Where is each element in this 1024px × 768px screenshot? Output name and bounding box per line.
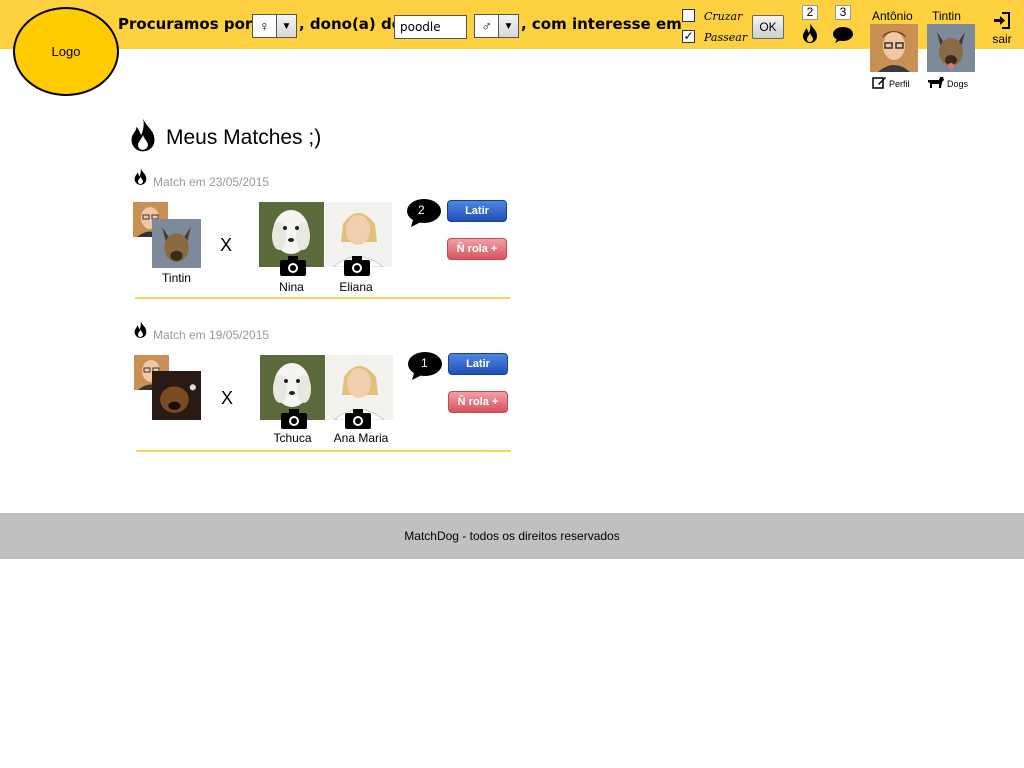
page-title: Meus Matches ;)	[166, 126, 322, 149]
my-dog-name: Tintin	[162, 271, 191, 285]
match-date: Match em 23/05/2015	[153, 175, 270, 189]
latir-button[interactable]: Latir	[448, 353, 508, 375]
footer-text: MatchDog - todos os direitos reservados	[404, 529, 620, 543]
edit-icon	[872, 77, 886, 89]
chat-bubble-icon[interactable]	[832, 26, 854, 44]
their-owner-name: Eliana	[339, 280, 373, 294]
latir-button[interactable]: Latir	[447, 200, 507, 222]
pet-gender-select[interactable]: ♀ ▼	[252, 14, 297, 38]
checkbox-passear-label: Passear	[704, 31, 748, 44]
my-dog-photo[interactable]	[152, 371, 201, 420]
breed-input[interactable]: poodle	[394, 15, 467, 39]
dogs-link[interactable]: Dogs	[927, 75, 968, 89]
camera-icon[interactable]	[279, 255, 307, 277]
fire-icon	[131, 118, 155, 152]
nrola-button[interactable]: Ñ rola +	[448, 391, 508, 413]
checkbox-cruzar-label: Cruzar	[704, 10, 743, 23]
owner-gender-value: ♂	[481, 18, 492, 34]
logo[interactable]: Logo	[13, 7, 119, 96]
search-suffix-label: , com interesse em	[521, 15, 682, 33]
message-count: 1	[421, 356, 428, 370]
ok-button[interactable]: OK	[752, 15, 784, 39]
user-avatar[interactable]	[870, 24, 918, 72]
their-dog-name: Nina	[279, 280, 304, 294]
camera-icon[interactable]	[344, 408, 372, 430]
camera-icon[interactable]	[343, 255, 371, 277]
nrola-button[interactable]: Ñ rola +	[447, 238, 507, 260]
owner-gender-select[interactable]: ♂ ▼	[474, 14, 519, 38]
divider	[136, 450, 511, 452]
dog-avatar-image	[927, 24, 975, 72]
my-dog-photo[interactable]	[152, 219, 201, 268]
logout-label: sair	[992, 32, 1012, 46]
checkbox-cruzar[interactable]	[682, 9, 695, 22]
logo-text: Logo	[51, 44, 81, 59]
chevron-down-icon: ▼	[275, 15, 296, 37]
versus-mark: X	[221, 388, 234, 408]
dogs-link-label: Dogs	[947, 79, 969, 89]
divider	[135, 297, 510, 299]
dog-icon	[928, 77, 944, 88]
message-count-bubble[interactable]: 1	[406, 351, 443, 380]
fire-icon[interactable]	[801, 22, 819, 44]
dog-avatar[interactable]	[927, 24, 975, 72]
user-name: Antônio	[872, 9, 913, 23]
profile-link-label: Perfil	[889, 79, 910, 89]
their-owner-name: Ana Maria	[333, 431, 389, 445]
profile-link[interactable]: Perfil	[872, 75, 910, 89]
versus-mark: X	[220, 235, 233, 255]
message-count-bubble[interactable]: 2	[405, 198, 442, 227]
logout-button[interactable]: sair	[989, 12, 1015, 46]
search-mid-label: , dono(a) de	[299, 15, 402, 33]
camera-icon[interactable]	[280, 408, 308, 430]
messages-count-badge: 3	[835, 5, 851, 20]
user-avatar-image	[870, 24, 918, 72]
chevron-down-icon: ▼	[497, 15, 518, 37]
pet-gender-value: ♀	[259, 18, 270, 34]
message-count: 2	[418, 203, 425, 217]
footer: MatchDog - todos os direitos reservados	[0, 513, 1024, 559]
sign-in-icon	[994, 12, 1010, 29]
fire-icon	[134, 168, 147, 185]
their-dog-name: Tchuca	[273, 431, 312, 445]
fire-icon	[134, 321, 147, 338]
checkbox-passear[interactable]: ✓	[682, 30, 695, 43]
search-prefix-label: Procuramos por	[118, 15, 253, 33]
dog-name: Tintin	[932, 9, 961, 23]
match-date: Match em 19/05/2015	[153, 328, 270, 342]
matches-count-badge: 2	[802, 5, 818, 20]
